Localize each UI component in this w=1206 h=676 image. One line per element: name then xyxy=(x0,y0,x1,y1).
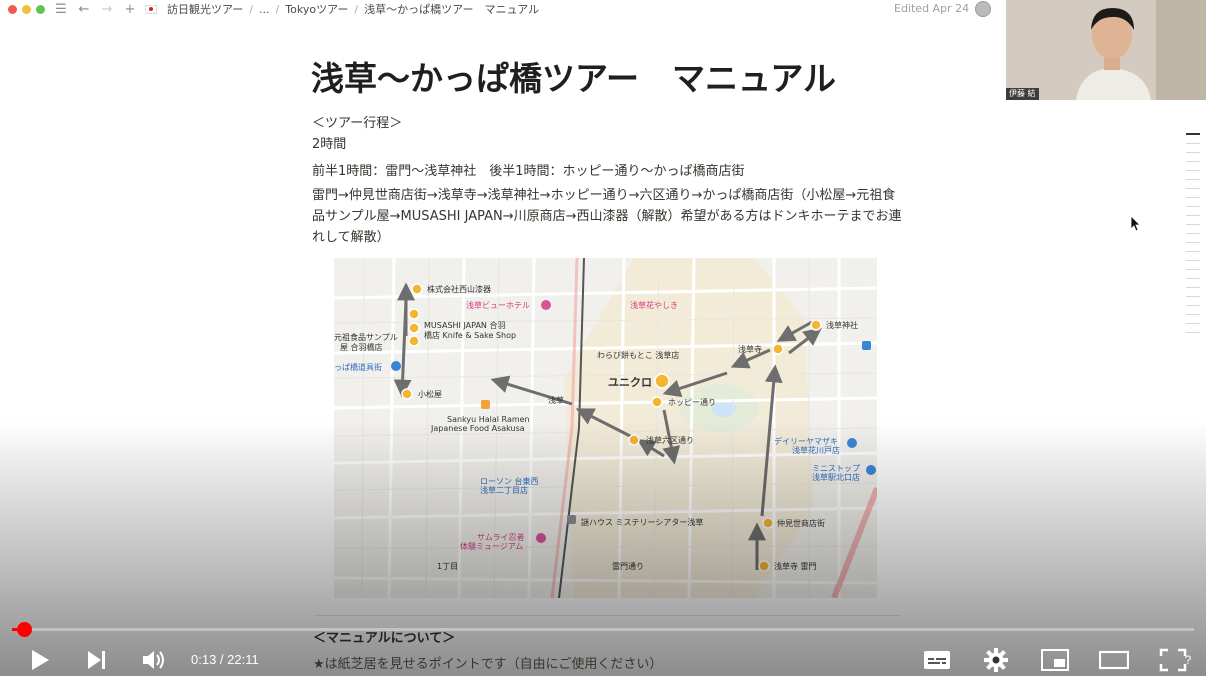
map-label: 浅草花やしき xyxy=(630,301,678,310)
edited-timestamp: Edited Apr 24 xyxy=(894,2,970,15)
breadcrumb-separator: / xyxy=(275,2,280,16)
theater-mode-button[interactable] xyxy=(1097,646,1131,674)
forward-arrow-icon[interactable]: → xyxy=(99,1,115,17)
webcam-name-tag: 伊藤 結 xyxy=(1006,88,1039,100)
subtitles-button[interactable] xyxy=(921,646,953,674)
map-label: 浅草花川戸店 xyxy=(792,446,840,455)
map-label: ホッピー通り xyxy=(668,398,716,407)
scrubber-handle[interactable] xyxy=(16,622,32,637)
gear-icon xyxy=(984,648,1008,672)
map-label: 仲見世商店街 xyxy=(777,519,825,528)
window-close-button[interactable] xyxy=(8,4,17,14)
play-button[interactable] xyxy=(26,646,54,674)
map-label: 浅草駅北口店 xyxy=(812,473,860,482)
breadcrumb-separator: / xyxy=(354,2,359,16)
map-label: 橋店 Knife & Sake Shop xyxy=(424,331,517,340)
presenter-video xyxy=(1006,0,1206,100)
itinerary-heading: ＜ツアー行程＞ xyxy=(312,116,403,131)
map-graphic xyxy=(334,258,877,598)
map-label: 浅草神社 xyxy=(826,321,858,330)
tour-route-map: 株式会社西山漆器 浅草ビューホテル MUSASHI JAPAN 合羽 橋店 Kn… xyxy=(334,258,877,598)
window-minimize-button[interactable] xyxy=(22,4,31,14)
miniplayer-icon xyxy=(1041,649,1069,671)
halves-text: 前半1時間：雷門〜浅草神社 後半1時間：ホッピー通り〜かっぱ橋商店街 xyxy=(312,164,745,179)
menu-icon[interactable]: ☰ xyxy=(53,1,69,17)
map-label: 浅草ビューホテル xyxy=(466,301,530,310)
skip-next-icon xyxy=(88,651,105,669)
map-label: Japanese Food Asakusa xyxy=(431,424,525,433)
progress-bar[interactable] xyxy=(12,628,1194,631)
add-icon[interactable]: + xyxy=(122,1,138,17)
page-title: 浅草〜かっぱ橋ツアー マニュアル xyxy=(311,59,837,98)
japan-flag-icon xyxy=(145,4,157,14)
map-label: 小松屋 xyxy=(418,390,442,399)
map-label: 謎ハウス ミステリーシアター浅草 xyxy=(581,518,704,527)
time-display: 0:13 / 22:11 xyxy=(191,652,259,667)
breadcrumb-item[interactable]: Tokyoツアー xyxy=(285,1,348,17)
webcam-overlay xyxy=(1006,0,1206,100)
miniplayer-button[interactable] xyxy=(1039,646,1071,674)
window-maximize-button[interactable] xyxy=(36,4,45,14)
next-button[interactable] xyxy=(83,646,111,674)
mouse-cursor-icon xyxy=(1131,216,1141,232)
map-label: Sankyu Halal Ramen xyxy=(447,415,530,424)
manual-note: ★は紙芝居を見せるポイントです（自由にご使用ください） xyxy=(313,657,663,672)
section-divider xyxy=(314,615,900,616)
map-label: ユニクロ xyxy=(608,376,652,389)
duration-text: 2時間 xyxy=(312,137,347,152)
map-label: 株式会社西山漆器 xyxy=(427,285,491,294)
map-label: 雷門通り xyxy=(612,562,644,571)
avatar[interactable] xyxy=(975,1,991,17)
map-label: 体験ミュージアム xyxy=(460,542,524,551)
back-arrow-icon[interactable]: ← xyxy=(76,1,92,17)
map-label: 浅草 xyxy=(548,396,564,405)
settings-button[interactable] xyxy=(981,646,1011,674)
breadcrumb-item[interactable]: 訪日観光ツアー xyxy=(167,1,243,17)
help-icon[interactable]: ? xyxy=(1182,650,1194,670)
map-label: っぱ橋道具街 xyxy=(334,363,382,372)
page-outline[interactable] xyxy=(1186,133,1200,341)
volume-icon xyxy=(143,651,164,669)
map-label: 浅草六区通り xyxy=(646,436,694,445)
map-label: 浅草寺 xyxy=(738,345,762,354)
map-label: 浅草二丁目店 xyxy=(480,486,528,495)
theater-mode-icon xyxy=(1099,650,1129,670)
play-icon xyxy=(32,650,49,670)
breadcrumb-item[interactable]: ... xyxy=(259,3,270,16)
breadcrumb-item-current[interactable]: 浅草〜かっぱ橋ツアー マニュアル xyxy=(364,1,539,17)
breadcrumb: 訪日観光ツアー / ... / Tokyoツアー / 浅草〜かっぱ橋ツアー マニ… xyxy=(145,1,539,17)
volume-button[interactable] xyxy=(140,646,170,674)
route-text: 雷門→仲見世商店街→浅草寺→浅草神社→ホッピー通り→六区通り→かっぱ橋商店街（小… xyxy=(312,188,902,245)
breadcrumb-separator: / xyxy=(249,2,254,16)
map-label: 浅草寺 雷門 xyxy=(774,562,817,571)
map-label: 1丁目 xyxy=(437,562,459,571)
map-label: 屋 合羽橋店 xyxy=(340,343,383,352)
map-label: わらび餅もとこ 浅草店 xyxy=(597,351,680,360)
subtitles-icon xyxy=(924,651,950,669)
